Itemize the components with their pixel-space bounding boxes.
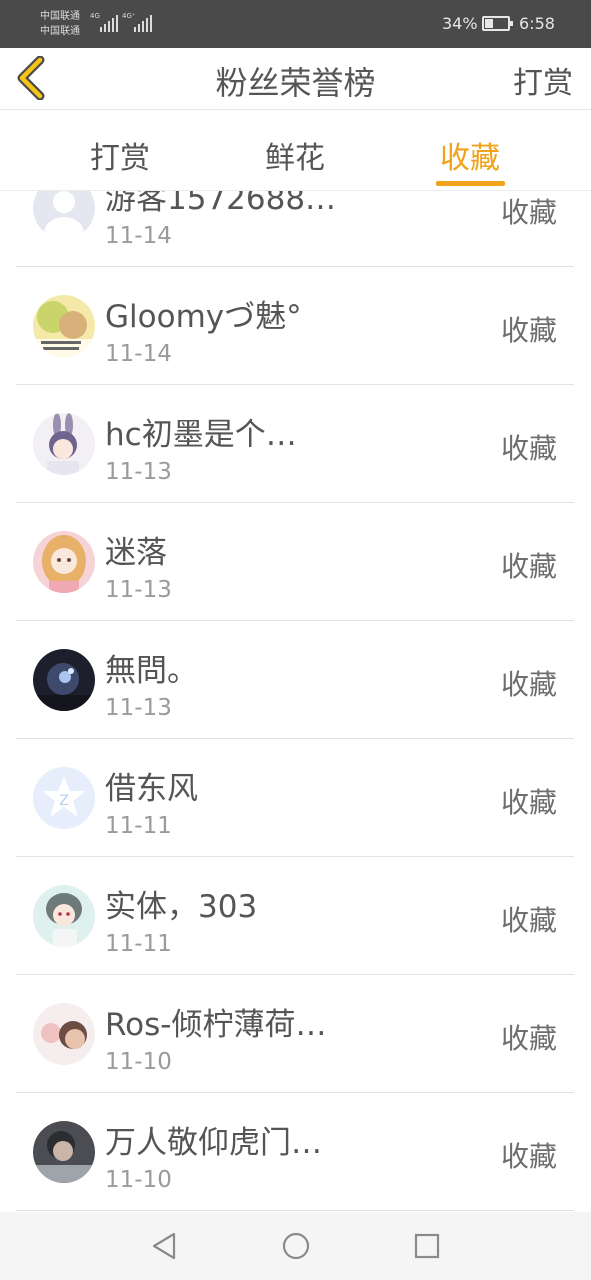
- fan-date: 11-13: [105, 695, 172, 721]
- list-item[interactable]: Z 借东风 11-11 收藏: [16, 739, 574, 857]
- signal-1-icon: 4G: [90, 12, 120, 32]
- fan-name: 游客1572688…: [105, 191, 337, 217]
- fan-name: hc初墨是个…: [105, 417, 297, 453]
- fan-date: 11-10: [105, 1167, 172, 1193]
- list-item[interactable]: hc初墨是个… 11-13 收藏: [16, 385, 574, 503]
- page-title: 粉丝荣誉榜: [215, 64, 376, 102]
- svg-text:Z: Z: [59, 793, 69, 809]
- fan-action: 收藏: [500, 432, 557, 465]
- carrier-2: 中国联通: [40, 26, 80, 37]
- tab-flowers[interactable]: 鲜花: [245, 133, 345, 177]
- fan-name: 無問。: [105, 653, 198, 689]
- fan-name: Gloomyづ魅°: [105, 299, 302, 335]
- fan-name: Ros-倾柠薄荷…: [105, 1007, 327, 1043]
- fan-action: 收藏: [500, 314, 557, 347]
- list-item[interactable]: Gloomyづ魅° 11-14 收藏: [16, 267, 574, 385]
- square-recents-icon: [414, 1233, 440, 1259]
- fan-list[interactable]: 游客1572688… 11-14 收藏 Gloomyづ魅° 11-14 收藏 h…: [0, 191, 591, 1211]
- fan-date: 11-11: [105, 931, 172, 957]
- default-avatar-icon: [33, 191, 95, 239]
- tab-bar: 打赏 鲜花 收藏: [0, 111, 591, 191]
- list-item[interactable]: 無問。 11-13 收藏: [16, 621, 574, 739]
- avatar: [33, 413, 95, 475]
- fan-action: 收藏: [500, 904, 557, 937]
- fan-action: 收藏: [500, 668, 557, 701]
- battery-icon: [482, 16, 513, 31]
- circle-home-icon: [282, 1232, 310, 1260]
- fan-action: 收藏: [500, 550, 557, 583]
- clock: 6:58: [519, 14, 555, 33]
- fan-date: 11-14: [105, 223, 172, 249]
- nav-recents-button[interactable]: [411, 1230, 443, 1262]
- fan-date: 11-13: [105, 459, 172, 485]
- list-item[interactable]: 万人敬仰虎门… 11-10 收藏: [16, 1093, 574, 1211]
- fan-date: 11-13: [105, 577, 172, 603]
- list-item[interactable]: 实体，303 11-11 收藏: [16, 857, 574, 975]
- avatar: [33, 1121, 95, 1183]
- carrier-1: 中国联通: [40, 11, 80, 22]
- avatar: [33, 531, 95, 593]
- active-tab-indicator: [436, 181, 505, 186]
- carrier-labels: 中国联通 中国联通: [40, 9, 80, 39]
- nav-back-button[interactable]: [148, 1230, 180, 1262]
- tab-favorites[interactable]: 收藏: [420, 133, 520, 177]
- avatar: [33, 1003, 95, 1065]
- list-item[interactable]: Ros-倾柠薄荷… 11-10 收藏: [16, 975, 574, 1093]
- fan-name: 实体，303: [105, 889, 258, 925]
- fan-action: 收藏: [500, 1022, 557, 1055]
- triangle-back-icon: [152, 1232, 176, 1260]
- tip-button[interactable]: 打赏: [513, 58, 573, 102]
- app-header: 粉丝荣誉榜 打赏: [0, 48, 591, 110]
- fan-date: 11-10: [105, 1049, 172, 1075]
- fan-date: 11-14: [105, 341, 172, 367]
- fan-action: 收藏: [500, 1140, 557, 1173]
- signal-2-icon: 4G⁺: [122, 12, 154, 32]
- list-item[interactable]: 游客1572688… 11-14 收藏: [16, 191, 574, 267]
- nav-home-button[interactable]: [280, 1230, 312, 1262]
- tab-tip[interactable]: 打赏: [70, 133, 170, 177]
- avatar: [33, 885, 95, 947]
- fan-action: 收藏: [500, 786, 557, 819]
- fan-name: 迷落: [105, 535, 167, 571]
- fan-name: 借东风: [105, 771, 198, 807]
- avatar: [33, 295, 95, 357]
- avatar: [33, 649, 95, 711]
- fan-date: 11-11: [105, 813, 172, 839]
- status-bar: 中国联通 中国联通 4G 4G⁺ 34% 6:58: [0, 0, 591, 48]
- list-item[interactable]: 迷落 11-13 收藏: [16, 503, 574, 621]
- fan-name: 万人敬仰虎门…: [105, 1125, 322, 1161]
- qzone-icon: Z: [33, 767, 95, 829]
- battery-percent: 34%: [442, 14, 478, 33]
- fan-action: 收藏: [500, 196, 557, 229]
- system-nav-bar: [0, 1212, 591, 1280]
